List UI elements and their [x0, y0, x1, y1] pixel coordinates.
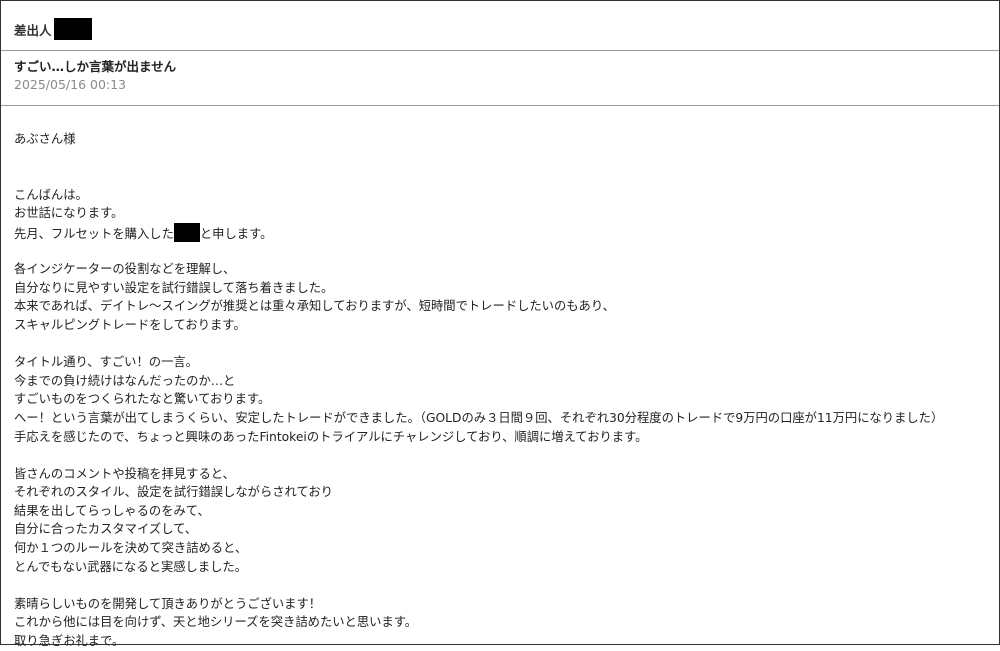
redacted-sender-name [53, 18, 92, 40]
body-line: 取り急ぎお礼まで。 [14, 634, 125, 649]
body-line: それぞれのスタイル、設定を試行錯誤しながらされており [14, 485, 333, 500]
purchase-line-start: 先月、フルセットを購入した [14, 226, 174, 241]
email-subject: すごい…しか言葉が出ません [14, 59, 177, 74]
body-line: 皆さんのコメントや投稿を拝見すると、 [14, 466, 235, 481]
email-date: 2025/05/16 00:13 [14, 77, 127, 92]
body-line: とんでもない武器になると実感しました。 [14, 559, 248, 574]
body-line: こんばんは。 [14, 187, 88, 202]
body-divider [1, 105, 999, 106]
redacted-customer-name [173, 222, 200, 242]
body-line: 何か１つのルールを決めて突き詰めると、 [14, 541, 248, 556]
body-line: これから他には目を向けず、天と地シリーズを突き詰めたいと思います。 [14, 615, 418, 630]
purchase-line: 先月、フルセットを購入した と申します。 [14, 222, 994, 242]
body-line: 各インジケーターの役割などを理解し、 [14, 262, 236, 277]
email-body: あぶさん様 こんばんは。 お世話になります。 先月、フルセットを購入した と申しま… [14, 130, 994, 651]
sender-row: 差出人 [14, 18, 92, 40]
header-divider [1, 50, 999, 51]
body-line: スキャルピングトレードをしております。 [14, 317, 246, 332]
body-line: 手応えを感じたので、ちょっと興味のあったFintokeiのトライアルにチャレンジ… [14, 429, 648, 444]
sender-label: 差出人 [14, 22, 52, 38]
body-line: 自分に合ったカスタマイズして、 [14, 522, 198, 537]
body-line: すごいものをつくられたなと驚いております。 [14, 392, 271, 407]
body-line: お世話になります。 [14, 206, 124, 221]
greeting-line: あぶさん様 [14, 132, 76, 146]
body-line: 自分なりに見やすい設定を試行錯誤して落ち着きました。 [14, 280, 334, 295]
body-line: 結果を出してらっしゃるのをみて、 [14, 503, 210, 518]
body-line: 今までの負け続けはなんだったのか…と [14, 373, 236, 388]
body-line: へー！という言葉が出てしまうくらい、安定したトレードができました。（GOLDのみ… [14, 410, 944, 425]
body-line: 素晴らしいものを開発して頂きありがとうございます！ [14, 596, 322, 611]
purchase-line-end: と申します。 [199, 226, 273, 241]
body-line: タイトル通り、すごい！の一言。 [14, 355, 198, 370]
email-frame: 差出人 すごい…しか言葉が出ません 2025/05/16 00:13 あぶさん様… [0, 0, 1000, 648]
body-line: 本来であれば、デイトレ～スイングが推奨とは重々承知しておりますが、短時間でトレー… [14, 299, 615, 314]
